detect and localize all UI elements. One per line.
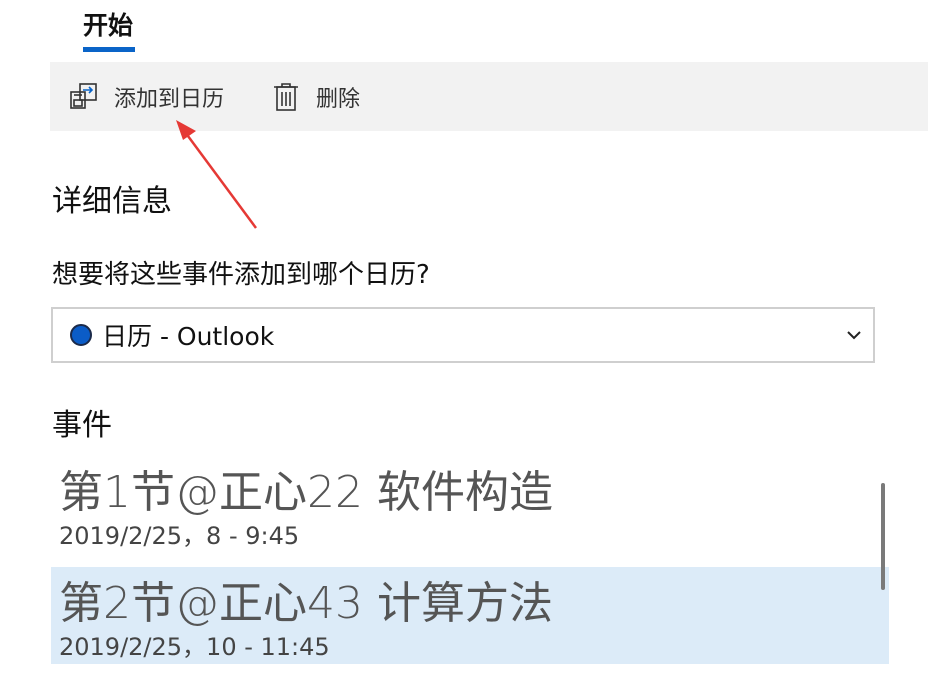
add-to-calendar-label: 添加到日历 <box>114 86 225 112</box>
delete-button[interactable]: 删除 <box>268 62 360 131</box>
event-title: 第2节@正心43 计算方法 <box>59 578 553 629</box>
calendar-color-dot <box>70 324 92 346</box>
event-time: 2019/2/25，8 - 9:45 <box>59 522 300 550</box>
tab-active-indicator <box>83 47 135 52</box>
event-title: 第1节@正心22 软件构造 <box>59 467 553 518</box>
events-scrollbar[interactable] <box>881 483 885 590</box>
calendar-question: 想要将这些事件添加到哪个日历? <box>52 260 430 290</box>
command-toolbar: 添加到日历 删除 <box>50 62 928 131</box>
chevron-down-icon <box>847 331 861 340</box>
events-heading: 事件 <box>52 408 112 443</box>
delete-label: 删除 <box>316 86 361 112</box>
add-to-calendar-button[interactable]: 添加到日历 <box>66 62 224 131</box>
calendar-dropdown-value: 日历 - Outlook <box>102 322 275 351</box>
tab-home[interactable]: 开始 <box>83 6 133 42</box>
trash-icon <box>268 79 304 115</box>
details-heading: 详细信息 <box>52 184 172 219</box>
add-to-calendar-icon <box>66 79 102 115</box>
event-item-selected[interactable]: 第2节@正心43 计算方法 2019/2/25，10 - 11:45 <box>51 567 889 664</box>
event-item[interactable]: 第1节@正心22 软件构造 2019/2/25，8 - 9:45 <box>51 456 889 553</box>
event-time: 2019/2/25，10 - 11:45 <box>59 633 330 661</box>
calendar-dropdown[interactable]: 日历 - Outlook <box>51 307 875 363</box>
